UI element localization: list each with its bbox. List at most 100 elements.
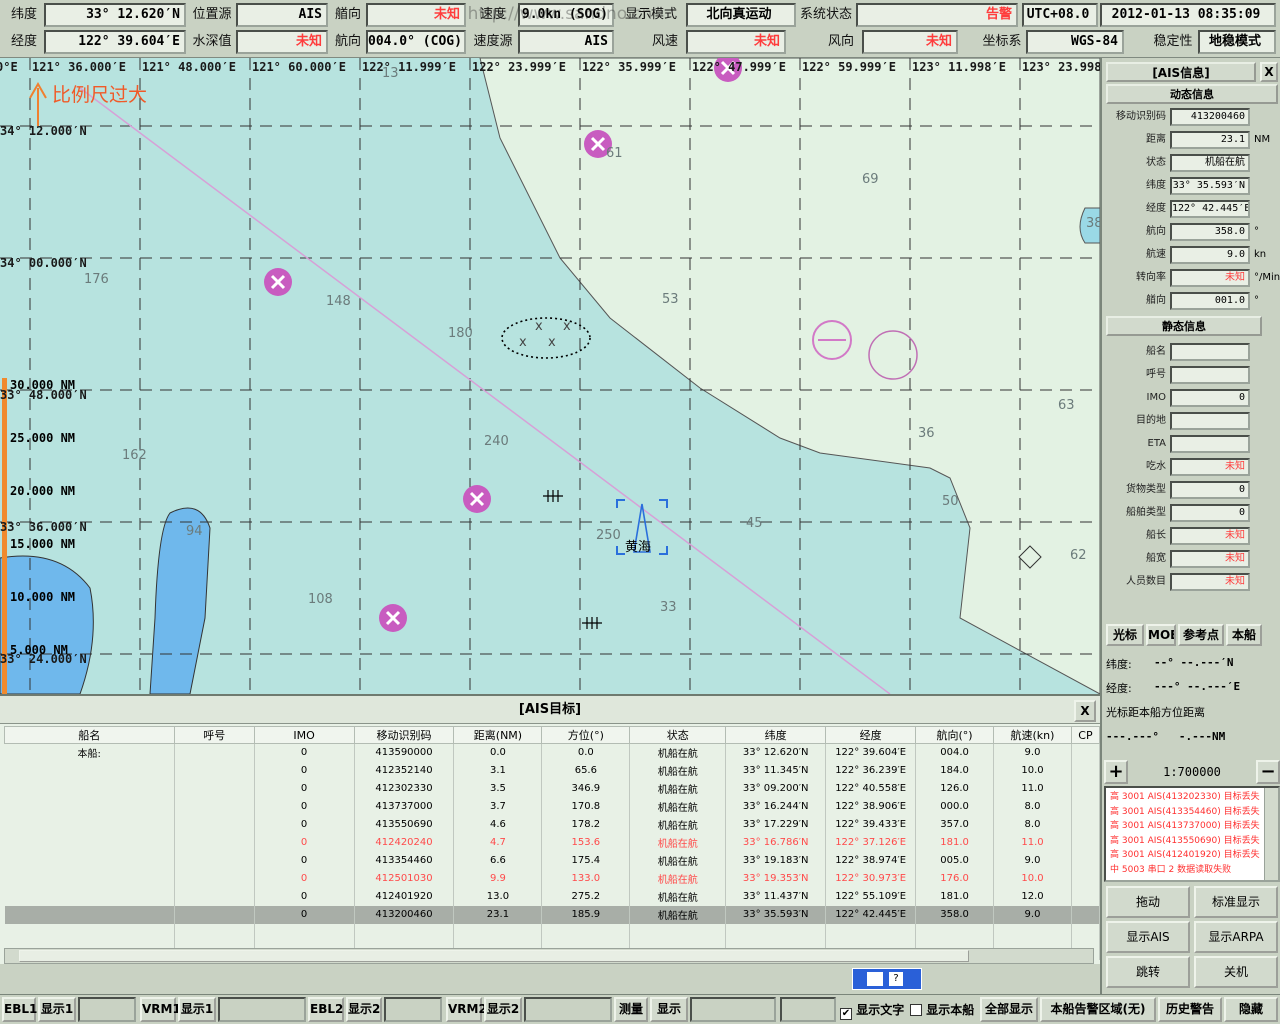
side-button-4[interactable]: 跳转: [1106, 956, 1190, 988]
ebl2-button[interactable]: EBL2: [308, 997, 344, 1022]
zoom-in-button[interactable]: +: [1104, 760, 1128, 784]
table-cell: 005.0: [915, 851, 995, 870]
table-cell: 机船在航: [629, 887, 727, 906]
table-cell: [725, 923, 827, 942]
table-row[interactable]: 0 413354460 6.6 175.4 机船在航 33° 19.183′N 122° 3…: [4, 851, 1101, 870]
vrm2-display-button[interactable]: 显示2: [484, 997, 522, 1022]
measure-value-field-1[interactable]: [690, 997, 776, 1022]
measure-value-field-2[interactable]: [780, 997, 836, 1022]
ais-info-close-button[interactable]: X: [1260, 62, 1278, 82]
side-button-5[interactable]: 关机: [1194, 956, 1278, 988]
help-icon[interactable]: ?: [889, 972, 903, 986]
static-value: 未知: [1170, 527, 1250, 545]
ebl1-display-button[interactable]: 显示1: [38, 997, 76, 1022]
table-cell: [254, 923, 355, 942]
table-cell: 11.0: [993, 779, 1072, 798]
lat-label: 纬度: [10, 7, 37, 22]
table-cell: [453, 923, 543, 942]
dyn-label: 状态: [1146, 157, 1166, 168]
bottom-toolbar: EBL1 显示1 VRM1 显示1 EBL2 显示2 VRM2 显示2 测量 显…: [0, 994, 1280, 1024]
table-row[interactable]: 0 412401920 13.0 275.2 机船在航 33° 11.437′N 122° …: [4, 887, 1101, 906]
table-cell: [1071, 887, 1101, 906]
scrollbar-thumb[interactable]: [19, 950, 969, 962]
table-row[interactable]: 0 412302330 3.5 346.9 机船在航 33° 09.200′N 122° 4…: [4, 779, 1101, 798]
side-button-3[interactable]: 显示ARPA: [1194, 921, 1278, 953]
own-ship-alarm-zone-button[interactable]: 本船告警区域(无): [1040, 997, 1156, 1022]
tab-1[interactable]: MOB: [1146, 624, 1176, 646]
tab-0[interactable]: 光标: [1106, 624, 1144, 646]
keyboard-icon[interactable]: [867, 972, 883, 986]
table-cell: 122° 30.973′E: [825, 869, 917, 888]
table-cell: 13.0: [453, 887, 543, 906]
dyn-value: 33° 35.593′N: [1170, 177, 1250, 195]
vrm1-display-button[interactable]: 显示1: [178, 997, 216, 1022]
table-cell: 178.2: [541, 815, 631, 834]
ebl1-value-field[interactable]: [78, 997, 136, 1022]
ais-targets-close-button[interactable]: X: [1074, 700, 1096, 722]
measure-button[interactable]: 测量: [614, 997, 648, 1022]
table-cell: 0: [254, 797, 355, 816]
table-cell: 153.6: [541, 833, 631, 852]
rock-symbols: [543, 490, 602, 629]
show-own-ship-checkbox[interactable]: 显示本船: [910, 1001, 974, 1018]
static-value: 0: [1170, 504, 1250, 522]
side-button-2[interactable]: 显示AIS: [1106, 921, 1190, 953]
table-cell: 413737000: [354, 797, 455, 816]
table-cell: [174, 887, 255, 906]
measure-display-button[interactable]: 显示: [650, 997, 688, 1022]
alarm-log-entry: 高 3001 AIS(412401920) 目标丢失: [1110, 850, 1260, 860]
cursor-bearing-value: ---.---° -.---NM: [1106, 730, 1226, 743]
nautical-chart[interactable]: xxxx 0°E121° 36.000′E121° 48.000′E121° 6…: [0, 58, 1100, 694]
ebl2-display-button[interactable]: 显示2: [346, 997, 382, 1022]
table-cell: [4, 887, 175, 906]
ebl2-value-field[interactable]: [384, 997, 442, 1022]
dyn-value: 未知: [1170, 269, 1250, 287]
keyboard-toolbar[interactable]: ?: [852, 968, 922, 990]
table-cell: 65.6: [541, 761, 631, 780]
tab-3[interactable]: 本船: [1226, 624, 1262, 646]
depth-sounding: 50: [942, 494, 959, 509]
table-row[interactable]: 0 413737000 3.7 170.8 机船在航 33° 16.244′N 122° 3…: [4, 797, 1101, 816]
lon-label: 122° 59.999′E: [802, 60, 896, 74]
vrm1-button[interactable]: VRM1: [140, 997, 181, 1022]
alarm-log[interactable]: 高 3001 AIS(413202330) 目标丢失高 3001 AIS(413…: [1104, 786, 1280, 882]
scale-label: 15.000 NM: [10, 537, 76, 551]
vrm2-button[interactable]: VRM2: [446, 997, 487, 1022]
alarm-history-button[interactable]: 历史警告: [1158, 997, 1222, 1022]
show-text-checkbox[interactable]: ✔ 显示文字: [840, 1001, 904, 1020]
scale-label: 10.000 NM: [10, 590, 76, 604]
hide-button[interactable]: 隐藏: [1224, 997, 1278, 1022]
table-row[interactable]: 0 413200460 23.1 185.9 机船在航 33° 35.593′N 122° …: [4, 905, 1101, 924]
coord-system-value: WGS-84: [1026, 30, 1124, 54]
zoom-out-button[interactable]: −: [1256, 760, 1280, 784]
svg-text:x: x: [563, 319, 571, 334]
table-horizontal-scrollbar[interactable]: [4, 948, 1094, 964]
obstruction-area: [501, 317, 591, 359]
ship-name-label: 黄海: [625, 540, 652, 555]
depth-sounding: 94: [186, 524, 203, 539]
table-row[interactable]: 0 412352140 3.1 65.6 机船在航 33° 11.345′N 122° 36…: [4, 761, 1101, 780]
table-row[interactable]: 0 412501030 9.9 133.0 机船在航 33° 19.353′N 122° 3…: [4, 869, 1101, 888]
table-cell: 机船在航: [629, 797, 727, 816]
static-label: 呼号: [1146, 369, 1166, 380]
table-cell: 4.7: [453, 833, 543, 852]
show-all-button[interactable]: 全部显示: [980, 997, 1038, 1022]
vrm1-value-field[interactable]: [218, 997, 306, 1022]
table-cell: 413354460: [354, 851, 455, 870]
dyn-unit: °: [1254, 226, 1259, 237]
side-button-1[interactable]: 标准显示: [1194, 886, 1278, 918]
table-row[interactable]: 0 412420240 4.7 153.6 机船在航 33° 16.786′N 122° 3…: [4, 833, 1101, 852]
table-header: CP: [1070, 726, 1101, 744]
table-header: 状态: [629, 726, 727, 744]
side-button-0[interactable]: 拖动: [1106, 886, 1190, 918]
table-row[interactable]: 0 413550690 4.6 178.2 机船在航 33° 17.229′N 122° 3…: [4, 815, 1101, 834]
svg-text:x: x: [519, 335, 527, 350]
tab-2[interactable]: 参考点: [1178, 624, 1224, 646]
ebl1-button[interactable]: EBL1: [2, 997, 37, 1022]
table-row[interactable]: 本船: 0 413590000 0.0 0.0 机船在航 33° 12.620′N 122° …: [4, 743, 1101, 762]
alarm-log-scrollbar[interactable]: [1264, 788, 1278, 880]
table-cell: 0.0: [541, 743, 631, 762]
vrm2-value-field[interactable]: [524, 997, 612, 1022]
table-header: 经度: [825, 726, 917, 744]
lon-label: 121° 60.000′E: [252, 60, 346, 74]
